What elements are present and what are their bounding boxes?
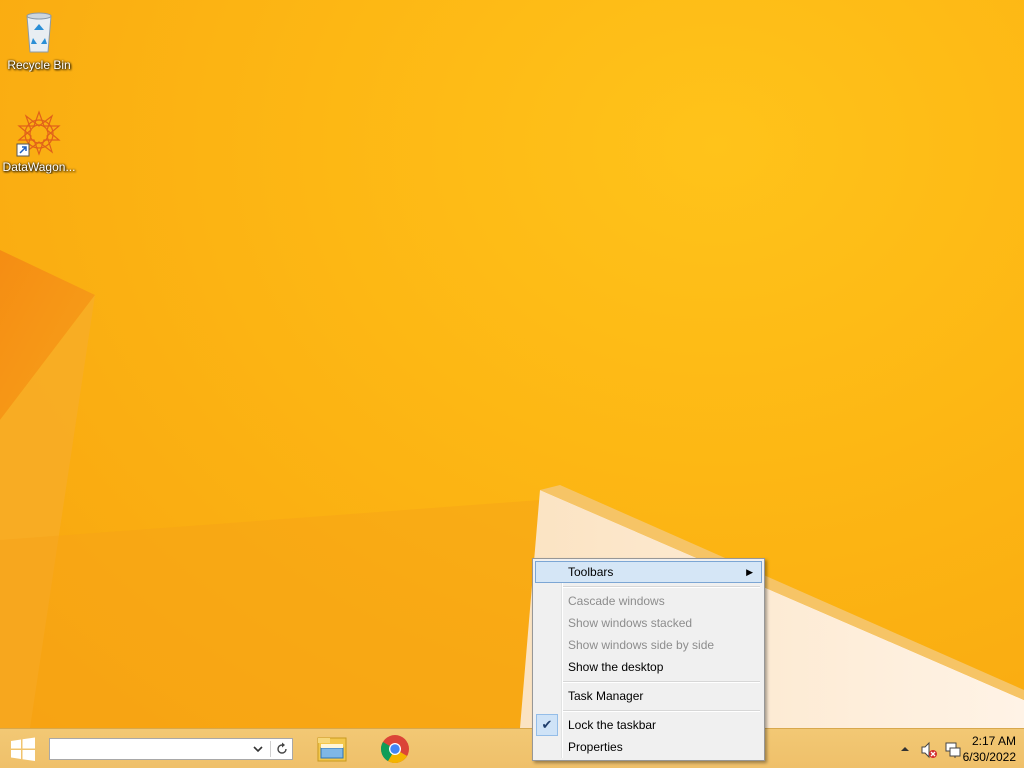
clock-date: 6/30/2022: [962, 750, 1016, 764]
address-divider: [270, 741, 271, 757]
address-refresh-button[interactable]: [275, 742, 289, 756]
volume-button[interactable]: [920, 741, 938, 759]
desktop-icon-label: DataWagon...: [2, 160, 76, 174]
menu-item-cascade-windows[interactable]: Cascade windows: [535, 590, 762, 612]
recycle-bin-icon: [15, 8, 63, 56]
menu-item-lock-the-taskbar[interactable]: ✔ Lock the taskbar: [535, 714, 762, 736]
menu-item-task-manager[interactable]: Task Manager: [535, 685, 762, 707]
menu-item-show-the-desktop[interactable]: Show the desktop: [535, 656, 762, 678]
datawagon-app-icon: [15, 110, 63, 158]
windows-start-icon: [11, 737, 35, 761]
tray-overflow-button[interactable]: [900, 743, 910, 753]
menu-item-toolbars[interactable]: Toolbars ▶: [535, 561, 762, 583]
menu-item-label: Properties: [568, 740, 623, 754]
system-tray: 2:17 AM 6/30/2022: [864, 729, 1024, 769]
desktop-background[interactable]: Recycle Bin DataWagon...: [0, 0, 1024, 728]
menu-item-label: Task Manager: [568, 689, 644, 703]
menu-item-label: Lock the taskbar: [568, 718, 657, 732]
clock-time: 2:17 AM: [971, 734, 1016, 748]
taskbar[interactable]: 2:17 AM 6/30/2022: [0, 728, 1024, 768]
taskbar-file-explorer-button[interactable]: [309, 731, 355, 767]
taskbar-context-menu: Toolbars ▶ Cascade windows Show windows …: [532, 558, 765, 761]
menu-item-label: Cascade windows: [568, 594, 665, 608]
submenu-arrow-icon: ▶: [746, 567, 753, 577]
menu-item-label: Show windows side by side: [568, 638, 715, 652]
clock[interactable]: 2:17 AM 6/30/2022: [952, 733, 1016, 765]
menu-item-label: Show windows stacked: [568, 616, 693, 630]
chrome-icon: [381, 735, 409, 763]
chevron-down-icon: [253, 746, 263, 753]
address-dropdown-button[interactable]: [250, 742, 266, 756]
volume-muted-icon: [921, 741, 937, 759]
desktop-icon-datawagon[interactable]: DataWagon...: [0, 110, 78, 174]
desktop-icon-recycle-bin[interactable]: Recycle Bin: [0, 8, 78, 72]
desktop-icon-label: Recycle Bin: [7, 58, 71, 72]
checkmark-icon: ✔: [536, 714, 558, 736]
menu-item-label: Toolbars: [568, 565, 614, 579]
menu-item-show-windows-side-by-side[interactable]: Show windows side by side: [535, 634, 762, 656]
menu-separator: [563, 586, 760, 588]
start-button[interactable]: [8, 737, 38, 761]
taskbar-chrome-button[interactable]: [372, 731, 418, 767]
menu-item-properties[interactable]: Properties: [535, 736, 762, 758]
menu-separator: [563, 681, 760, 683]
address-toolbar[interactable]: [49, 738, 293, 760]
file-explorer-icon: [317, 737, 347, 762]
menu-item-show-windows-stacked[interactable]: Show windows stacked: [535, 612, 762, 634]
refresh-icon: [277, 742, 287, 754]
address-input[interactable]: [50, 739, 254, 759]
menu-separator: [563, 710, 760, 712]
menu-item-label: Show the desktop: [568, 660, 664, 674]
tray-overflow-up-icon: [901, 747, 909, 751]
wallpaper-shapes: [0, 250, 1024, 728]
